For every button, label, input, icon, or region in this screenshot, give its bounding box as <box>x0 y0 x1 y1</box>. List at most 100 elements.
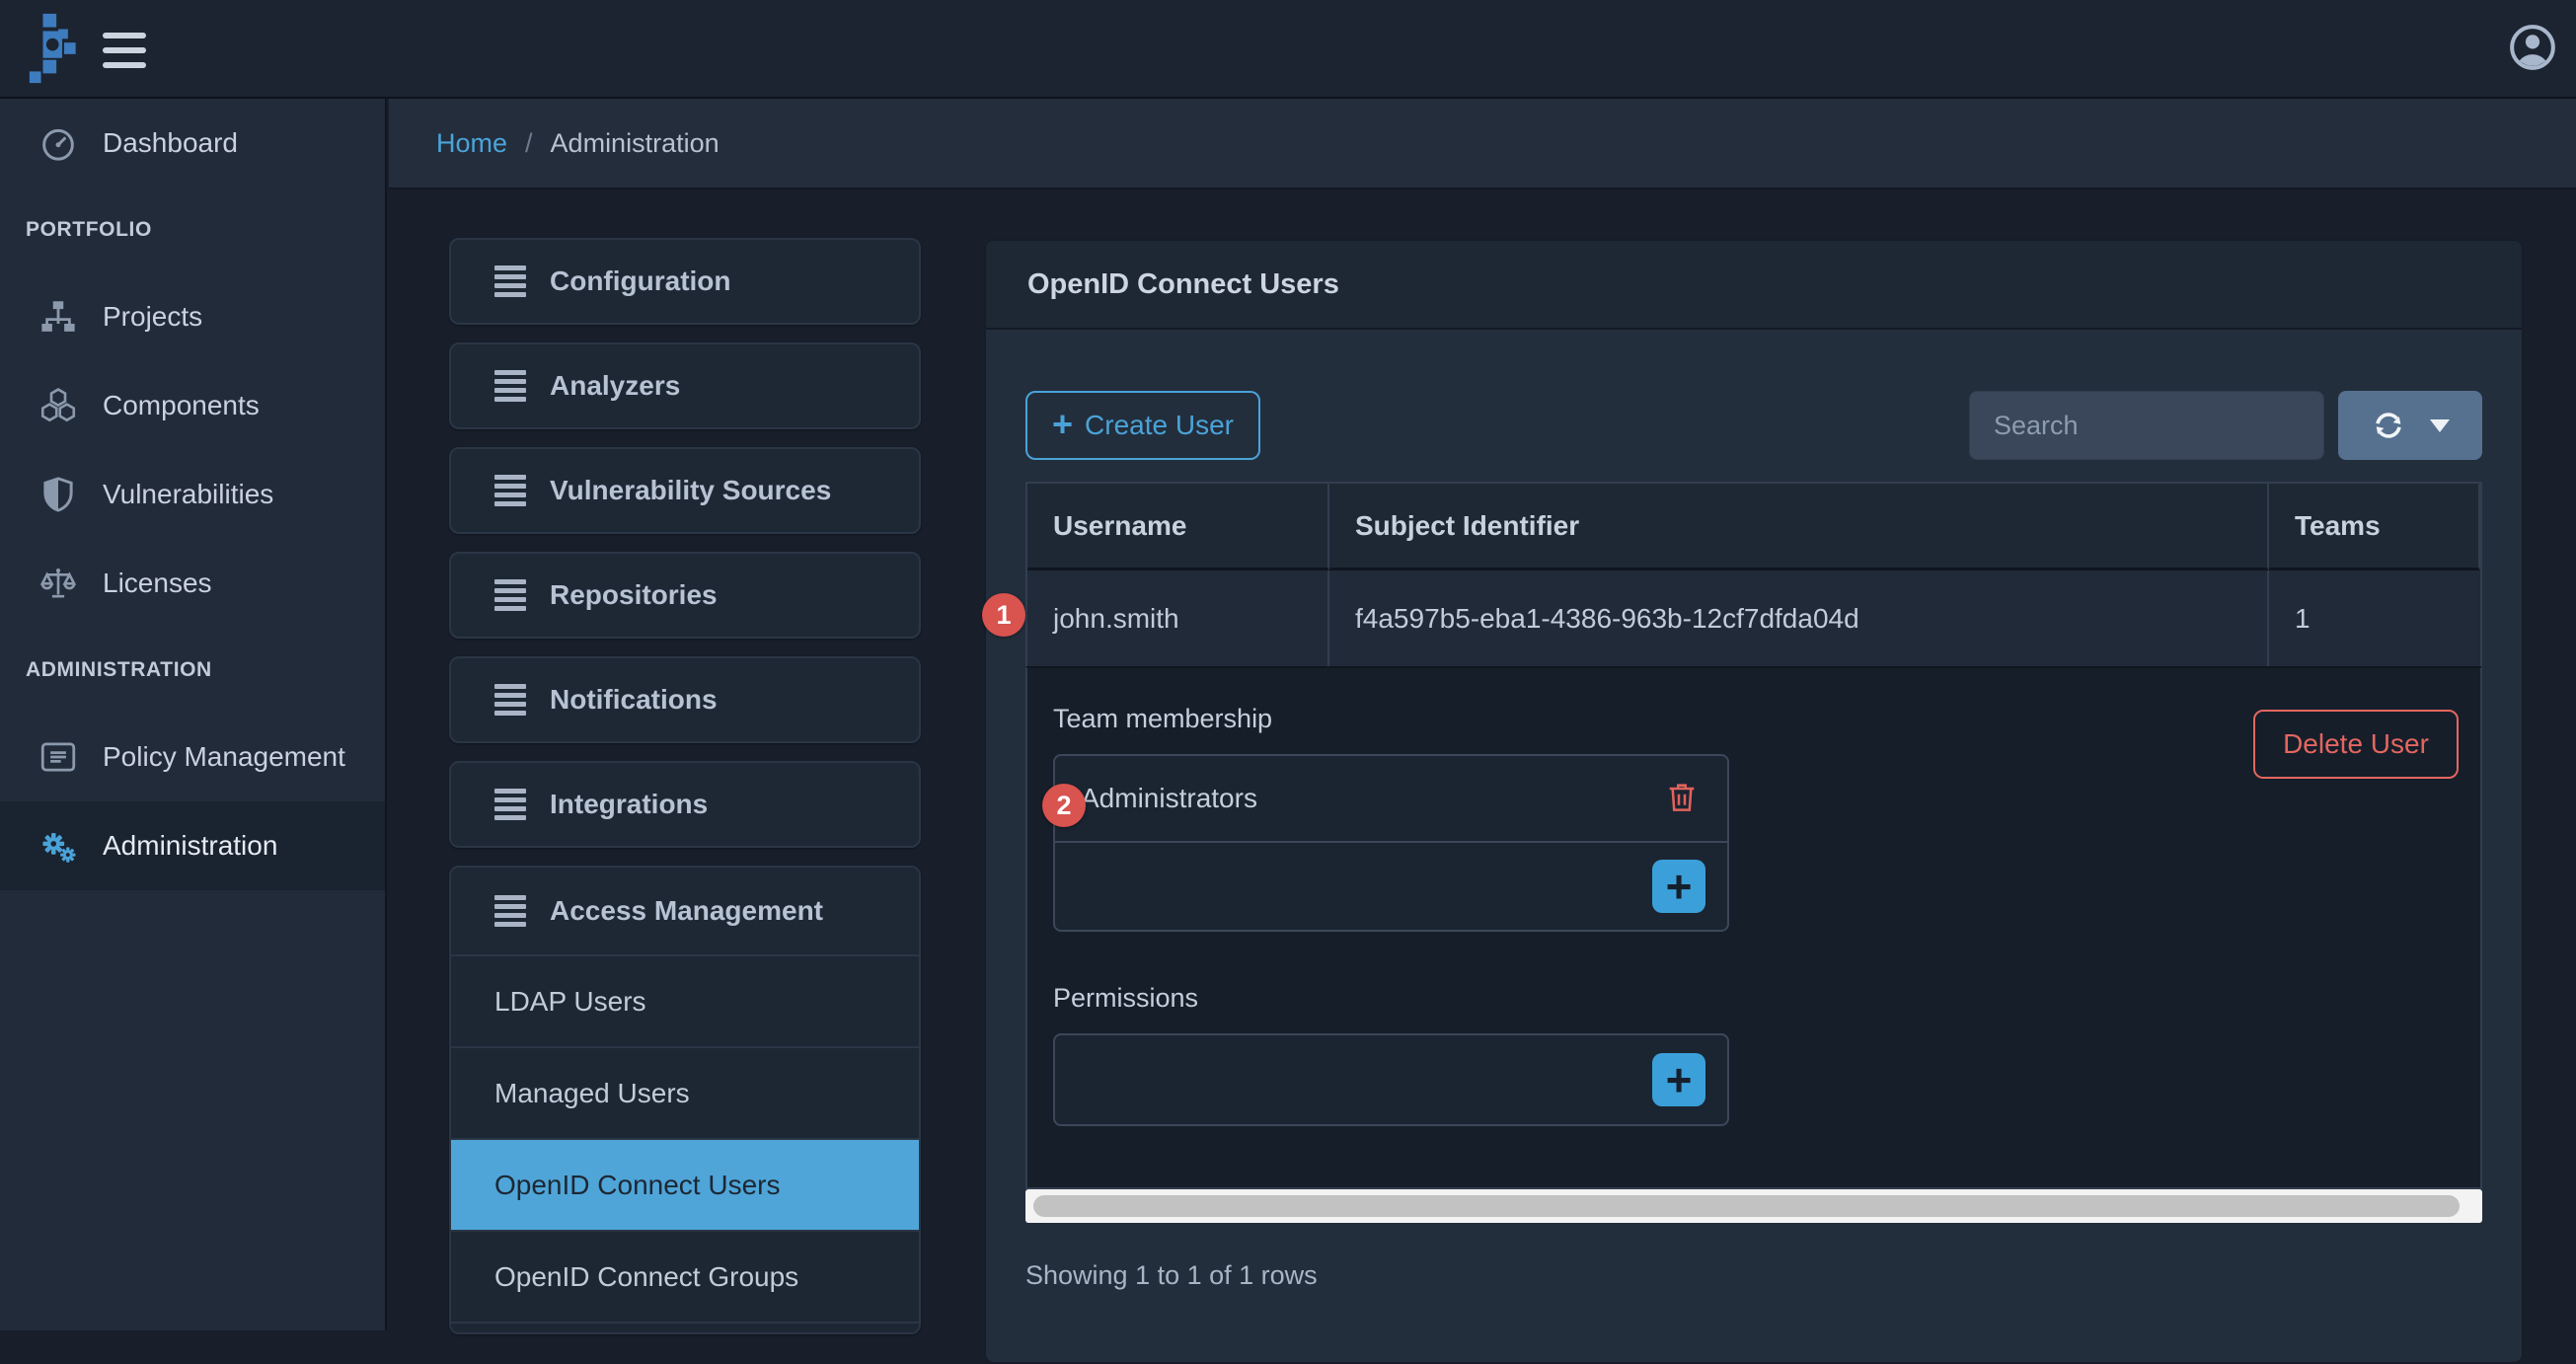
dashboard-icon <box>36 120 81 166</box>
create-user-button[interactable]: + Create User <box>1025 391 1260 460</box>
delete-user-button[interactable]: Delete User <box>2253 710 2459 779</box>
sidebar-item-label: Components <box>103 390 260 421</box>
search-input[interactable] <box>1969 391 2324 460</box>
admin-nav-access-management[interactable]: Access Management <box>451 868 919 954</box>
sidebar-section-administration: ADMINISTRATION <box>0 628 385 713</box>
admin-nav-label: Vulnerability Sources <box>550 475 831 506</box>
sidebar-item-dashboard[interactable]: Dashboard <box>0 99 385 188</box>
sidebar: Dashboard PORTFOLIO Projects Components … <box>0 99 387 1330</box>
breadcrumb-separator: / <box>525 128 533 159</box>
column-header-teams[interactable]: Teams <box>2269 484 2480 570</box>
oidc-users-table: Username Subject Identifier Teams john.s… <box>1025 482 2482 666</box>
list-bars-icon <box>494 579 526 611</box>
admin-nav-item-label: OpenID Connect Groups <box>494 1261 798 1293</box>
refresh-icon <box>2371 408 2406 443</box>
list-bars-icon <box>494 789 526 820</box>
admin-nav-repositories[interactable]: Repositories <box>449 552 921 639</box>
create-user-label: Create User <box>1085 410 1234 441</box>
admin-nav-label: Configuration <box>550 265 731 297</box>
panel-title: OpenID Connect Users <box>986 241 2522 330</box>
admin-nav-label: Notifications <box>550 684 718 716</box>
trash-icon <box>1664 778 1700 817</box>
annotation-marker-1: 1 <box>982 593 1025 637</box>
user-detail-row: Team membership Administrators <box>1025 666 2482 1189</box>
breadcrumb-current: Administration <box>551 128 720 159</box>
permissions-box: + <box>1053 1033 1729 1126</box>
refresh-button[interactable] <box>2338 391 2482 460</box>
menu-toggle-icon[interactable] <box>103 33 146 68</box>
list-bars-icon <box>494 895 526 927</box>
oidc-users-panel: OpenID Connect Users + Create User <box>984 239 2524 1364</box>
user-avatar-icon[interactable] <box>2508 23 2557 72</box>
sidebar-item-administration[interactable]: Administration <box>0 801 385 890</box>
column-header-subject-identifier[interactable]: Subject Identifier <box>1329 484 2269 570</box>
sidebar-item-label: Vulnerabilities <box>103 479 273 510</box>
toolbar-right <box>1969 391 2482 460</box>
list-bars-icon <box>494 370 526 402</box>
list-bars-icon <box>494 475 526 506</box>
cubes-icon <box>36 383 81 428</box>
team-name: Administrators <box>1081 783 1257 814</box>
sidebar-item-label: Projects <box>103 301 202 333</box>
admin-nav-next-item-clipped[interactable] <box>451 1322 919 1332</box>
add-team-button[interactable]: + <box>1652 860 1705 913</box>
admin-nav-managed-users[interactable]: Managed Users <box>451 1046 919 1138</box>
admin-nav-ldap-users[interactable]: LDAP Users <box>451 954 919 1046</box>
pagination-summary: Showing 1 to 1 of 1 rows <box>1025 1260 2482 1291</box>
sidebar-item-projects[interactable]: Projects <box>0 272 385 361</box>
sidebar-item-licenses[interactable]: Licenses <box>0 539 385 628</box>
admin-nav-item-label: LDAP Users <box>494 986 646 1018</box>
admin-nav-label: Integrations <box>550 789 708 820</box>
top-navbar <box>0 0 2576 99</box>
sidebar-item-label: Licenses <box>103 568 212 599</box>
list-bars-icon <box>494 684 526 716</box>
admin-section-nav: Configuration Analyzers Vulnerability So… <box>449 238 921 1334</box>
add-permission-row: + <box>1055 1035 1727 1124</box>
sitemap-icon <box>36 294 81 340</box>
list-bars-icon <box>494 265 526 297</box>
admin-nav-access-management-group: Access Management LDAP Users Managed Use… <box>449 866 921 1334</box>
sidebar-section-portfolio: PORTFOLIO <box>0 188 385 272</box>
cell-subject-identifier: f4a597b5-eba1-4386-963b-12cf7dfda04d <box>1329 570 2269 666</box>
sidebar-item-label: Dashboard <box>103 127 238 159</box>
chevron-down-icon[interactable] <box>2430 419 2450 442</box>
panel-body: + Create User Username Subject Ident <box>986 391 2522 1291</box>
admin-nav-item-label: Managed Users <box>494 1078 690 1109</box>
admin-nav-analyzers[interactable]: Analyzers <box>449 342 921 429</box>
admin-nav-label: Repositories <box>550 579 718 611</box>
admin-nav-label: Access Management <box>550 895 823 927</box>
team-row-administrators: Administrators <box>1055 756 1727 841</box>
team-membership-box: Administrators + <box>1053 754 1729 932</box>
shield-icon <box>36 472 81 517</box>
cell-teams: 1 <box>2269 570 2480 666</box>
table-toolbar: + Create User <box>1025 391 2482 460</box>
sidebar-item-label: Administration <box>103 830 277 862</box>
horizontal-scrollbar-thumb[interactable] <box>1033 1195 2460 1217</box>
breadcrumb-home-link[interactable]: Home <box>436 128 507 159</box>
list-icon <box>36 734 81 780</box>
gears-icon <box>36 823 81 869</box>
breadcrumb: Home / Administration <box>389 99 2576 189</box>
app-logo[interactable] <box>24 10 101 87</box>
admin-nav-configuration[interactable]: Configuration <box>449 238 921 325</box>
permissions-label: Permissions <box>1053 983 2455 1014</box>
admin-nav-integrations[interactable]: Integrations <box>449 761 921 848</box>
admin-nav-item-label: OpenID Connect Users <box>494 1170 780 1201</box>
add-team-row: + <box>1055 841 1727 930</box>
remove-team-button[interactable] <box>1662 777 1702 820</box>
cell-username[interactable]: john.smith <box>1027 570 1329 666</box>
admin-nav-notifications[interactable]: Notifications <box>449 656 921 743</box>
column-header-username[interactable]: Username <box>1027 484 1329 570</box>
admin-nav-vulnerability-sources[interactable]: Vulnerability Sources <box>449 447 921 534</box>
balance-scale-icon <box>36 561 81 606</box>
horizontal-scrollbar-track <box>1025 1189 2482 1223</box>
admin-nav-label: Analyzers <box>550 370 680 402</box>
add-permission-button[interactable]: + <box>1652 1053 1705 1106</box>
sidebar-item-components[interactable]: Components <box>0 361 385 450</box>
admin-nav-openid-connect-groups[interactable]: OpenID Connect Groups <box>451 1230 919 1322</box>
sidebar-item-label: Policy Management <box>103 741 345 773</box>
team-membership-label: Team membership <box>1053 704 2455 734</box>
sidebar-item-vulnerabilities[interactable]: Vulnerabilities <box>0 450 385 539</box>
sidebar-item-policy-management[interactable]: Policy Management <box>0 713 385 801</box>
admin-nav-openid-connect-users[interactable]: OpenID Connect Users <box>451 1138 919 1230</box>
